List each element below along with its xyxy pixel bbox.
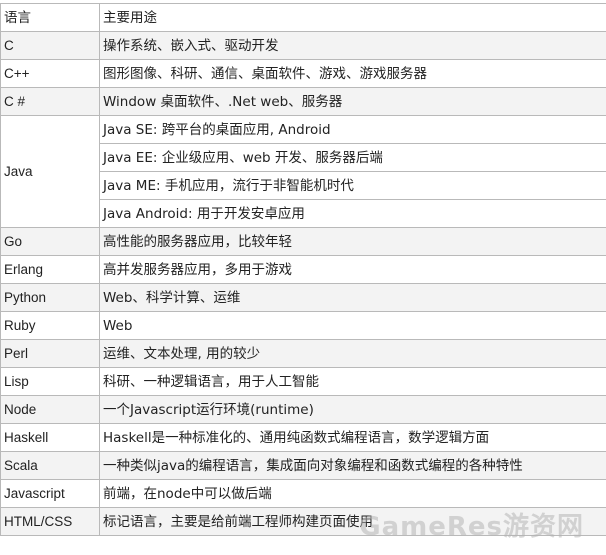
language-cell: Go <box>0 227 100 256</box>
usage-cell: Java ME: 手机应用，流行于非智能机时代 <box>99 171 606 200</box>
table-row: Python Web、科学计算、运维 <box>0 283 606 312</box>
usage-cell: 一个Javascript运行环境(runtime) <box>99 395 606 424</box>
table-row: C 操作系统、嵌入式、驱动开发 <box>0 31 606 60</box>
language-cell: Javascript <box>0 479 100 508</box>
language-cell: Java <box>0 115 100 228</box>
header-usage: 主要用途 <box>99 3 606 32</box>
language-cell: C++ <box>0 59 100 88</box>
language-cell: Node <box>0 395 100 424</box>
usage-cell: 高并发服务器应用，多用于游戏 <box>99 255 606 284</box>
table-row: Javascript 前端，在node中可以做后端 <box>0 479 606 508</box>
table-row: Ruby Web <box>0 311 606 340</box>
language-cell: Ruby <box>0 311 100 340</box>
usage-cell: 标记语言，主要是给前端工程师构建页面使用 <box>99 507 606 536</box>
table-row: C++ 图形图像、科研、通信、桌面软件、游戏、游戏服务器 <box>0 59 606 88</box>
table-row: HTML/CSS 标记语言，主要是给前端工程师构建页面使用 <box>0 507 606 536</box>
usage-cell: Web <box>99 311 606 340</box>
header-language: 语言 <box>0 3 100 32</box>
table-row: Node 一个Javascript运行环境(runtime) <box>0 395 606 424</box>
usage-cell: Java Android: 用于开发安卓应用 <box>99 199 606 228</box>
table-row: Scala 一种类似java的编程语言，集成面向对象编程和函数式编程的各种特性 <box>0 451 606 480</box>
table-row: Java Java SE: 跨平台的桌面应用, Android <box>0 115 606 228</box>
table-header-row: 语言 主要用途 <box>0 3 606 32</box>
language-usage-table: 语言 主要用途 C 操作系统、嵌入式、驱动开发 C++ 图形图像、科研、通信、桌面软件… <box>0 3 606 536</box>
language-cell: Erlang <box>0 255 100 284</box>
language-cell: Haskell <box>0 423 100 452</box>
usage-cell: Web、科学计算、运维 <box>99 283 606 312</box>
language-cell: Scala <box>0 451 100 480</box>
table-row: Haskell Haskell是一种标准化的、通用纯函数式编程语言，数学逻辑方面 <box>0 423 606 452</box>
usage-cell: 科研、一种逻辑语言，用于人工智能 <box>99 367 606 396</box>
table-row: C # Window 桌面软件、.Net web、服务器 <box>0 87 606 116</box>
language-cell: C # <box>0 87 100 116</box>
usage-cell: 操作系统、嵌入式、驱动开发 <box>99 31 606 60</box>
table-row: Perl 运维、文本处理, 用的较少 <box>0 339 606 368</box>
usage-cell: Java SE: 跨平台的桌面应用, Android <box>99 115 606 144</box>
table-row: Erlang 高并发服务器应用，多用于游戏 <box>0 255 606 284</box>
language-cell: Python <box>0 283 100 312</box>
table-row: Lisp 科研、一种逻辑语言，用于人工智能 <box>0 367 606 396</box>
language-cell: Perl <box>0 339 100 368</box>
usage-cell: Haskell是一种标准化的、通用纯函数式编程语言，数学逻辑方面 <box>99 423 606 452</box>
usage-cell: Window 桌面软件、.Net web、服务器 <box>99 87 606 116</box>
language-cell: C <box>0 31 100 60</box>
table-row: Go 高性能的服务器应用，比较年轻 <box>0 227 606 256</box>
language-cell: HTML/CSS <box>0 507 100 536</box>
usage-cell: Java EE: 企业级应用、web 开发、服务器后端 <box>99 143 606 172</box>
usage-cell: 高性能的服务器应用，比较年轻 <box>99 227 606 256</box>
table-body: 语言 主要用途 C 操作系统、嵌入式、驱动开发 C++ 图形图像、科研、通信、桌面软件… <box>0 3 606 536</box>
usage-cell: 一种类似java的编程语言，集成面向对象编程和函数式编程的各种特性 <box>99 451 606 480</box>
usage-cell: 图形图像、科研、通信、桌面软件、游戏、游戏服务器 <box>99 59 606 88</box>
usage-cell: 前端，在node中可以做后端 <box>99 479 606 508</box>
usage-cell: 运维、文本处理, 用的较少 <box>99 339 606 368</box>
language-cell: Lisp <box>0 367 100 396</box>
